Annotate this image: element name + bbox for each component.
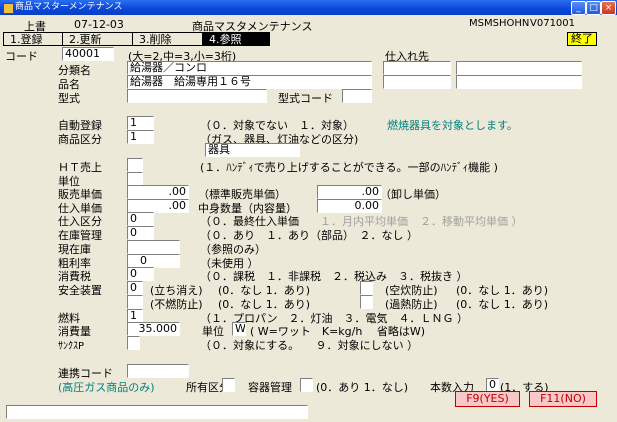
supplier-name-input[interactable] (456, 61, 582, 75)
model-code-input[interactable] (342, 89, 372, 103)
container-mgmt-input[interactable] (300, 378, 313, 392)
safety-incomplete-input[interactable] (127, 295, 143, 309)
sunkus-options: （０．対象にする。 ９．対象にしない ） (200, 339, 419, 352)
count-input[interactable]: 0 (486, 378, 499, 392)
program-id: MSMSHOHN (469, 18, 530, 29)
minimize-icon[interactable]: _ (571, 1, 586, 15)
auto-register-note: 燃焼器具を対象とします。 (387, 119, 518, 132)
product-name-input[interactable]: 給湯器 給湯専用１６号 (127, 75, 372, 89)
model-label: 型式 (58, 92, 80, 105)
ownership-input[interactable] (222, 378, 235, 392)
gross-margin-input[interactable]: 0 (127, 254, 180, 268)
model-input[interactable] (127, 89, 267, 103)
code-label: コード (5, 50, 38, 63)
safety-overheat-input[interactable] (360, 295, 373, 309)
content-quantity-input[interactable]: 0.00 (317, 199, 382, 213)
f11-no-button[interactable]: F11(NO) (529, 391, 597, 407)
product-class-label: 商品区分 (58, 133, 102, 146)
window-titlebar: 商品マスターメンテナンス _ □ × (0, 0, 617, 15)
model-code-label: 型式コード (278, 92, 333, 105)
supplier-code-input-2[interactable] (383, 75, 451, 89)
container-mgmt-options: (0．あり 1．なし) (316, 381, 409, 394)
date-label: 07-12-03 (74, 18, 124, 31)
sale-price-input[interactable]: .00 (127, 185, 189, 199)
category-input[interactable]: 給湯器／コンロ (127, 61, 372, 75)
sunkus-input[interactable] (127, 336, 140, 350)
product-class-display: 器具 (205, 143, 300, 157)
supplier-code-input[interactable] (383, 61, 451, 75)
auto-register-input[interactable]: 1 (127, 116, 154, 130)
fuel-input[interactable]: 1 (127, 309, 143, 323)
tab-delete[interactable]: 3.削除 (132, 32, 203, 46)
version-label: V071001 (530, 18, 576, 29)
f9-yes-button[interactable]: F9(YES) (455, 391, 520, 407)
purchase-price-input[interactable]: .00 (127, 199, 189, 213)
purchase-class-option-2: ２．移動平均単価 ） (420, 215, 523, 228)
app-icon (3, 3, 14, 14)
wholesale-price-note: （卸し単価） (380, 188, 446, 201)
sunkus-label: ｻﾝｸｽP (58, 341, 85, 352)
exit-button[interactable]: 終了 (567, 32, 597, 46)
unit-input[interactable] (127, 172, 143, 186)
status-bar (6, 405, 308, 419)
code-input[interactable]: 40001 (62, 47, 114, 61)
container-mgmt-label: 容器管理 (248, 381, 292, 394)
maximize-icon[interactable]: □ (586, 1, 601, 15)
safety-label: 安全装置 (58, 284, 102, 297)
purchase-class-input[interactable]: 0 (127, 212, 154, 226)
tab-view[interactable]: 4.参照 (202, 32, 270, 46)
supplier-name-input-2[interactable] (456, 75, 582, 89)
ht-sales-options: (１．ﾊﾝﾃﾞｨで売り上げすることができる。一部のﾊﾝﾃﾞｨ機能 ) (200, 161, 498, 174)
wholesale-price-input[interactable]: .00 (317, 185, 382, 199)
ht-sales-input[interactable] (127, 158, 143, 172)
safety-flameout-input[interactable]: 0 (127, 281, 143, 295)
stock-mgmt-input[interactable]: 0 (127, 226, 154, 240)
high-pressure-label: (高圧ガス商品のみ) (58, 381, 155, 394)
product-class-input[interactable]: 1 (127, 130, 154, 144)
consumption-tax-input[interactable]: 0 (127, 267, 154, 281)
window-title: 商品マスターメンテナンス (15, 2, 123, 12)
consumption-unit-input[interactable]: W (232, 322, 246, 336)
tab-update[interactable]: 2.更新 (62, 32, 133, 46)
tab-register[interactable]: 1.登録 (3, 32, 63, 46)
safety-overheat-options: (0．なし 1．あり) (456, 298, 549, 311)
consumption-input[interactable]: 35.000 (127, 322, 180, 336)
safety-incomplete-label: (不燃防止) (150, 298, 203, 311)
safety-dry-boil-input[interactable] (360, 281, 373, 295)
current-stock-input (127, 240, 180, 254)
close-icon[interactable]: × (601, 1, 616, 15)
link-code-input[interactable] (127, 364, 189, 378)
